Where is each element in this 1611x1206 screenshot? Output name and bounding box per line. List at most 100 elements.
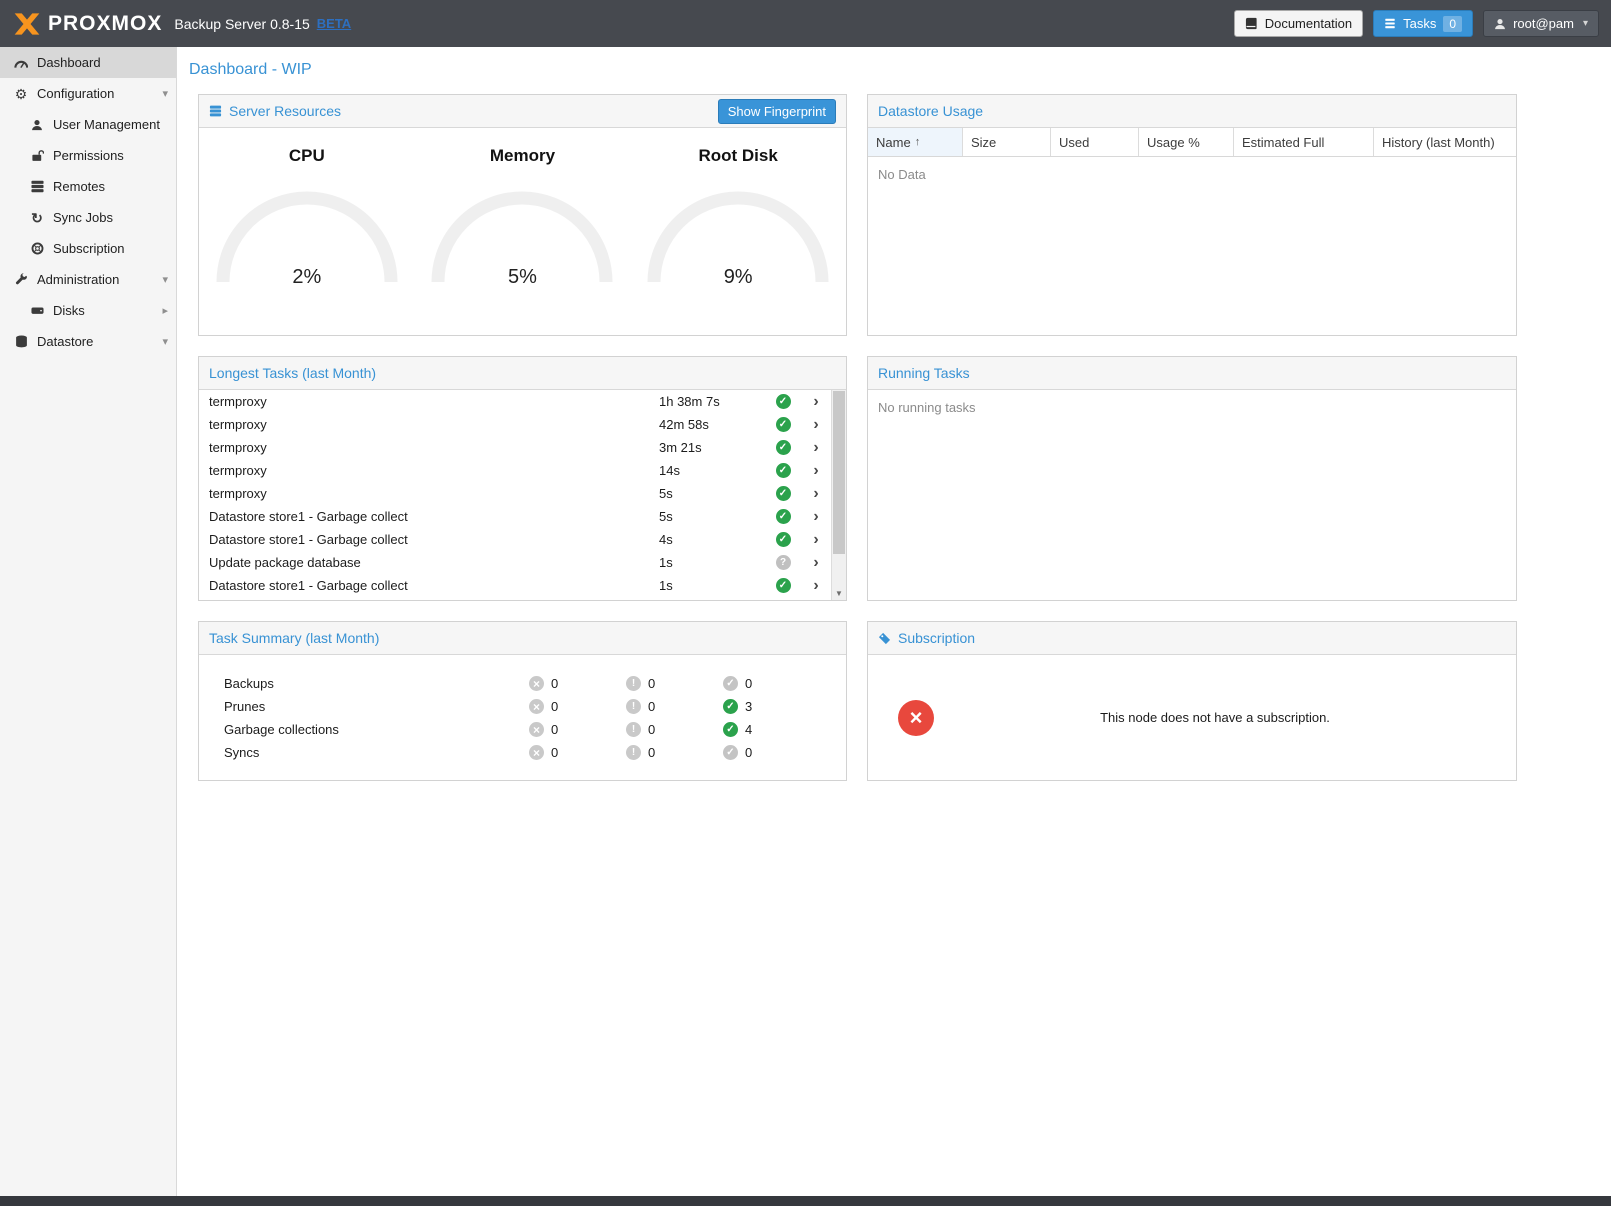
summary-label: Garbage collections	[199, 722, 529, 737]
summary-row-backups: Backups 0 0 0	[199, 672, 846, 695]
cpu-gauge: CPU 2%	[207, 146, 407, 286]
summary-warning-cell[interactable]: 0	[626, 745, 723, 760]
summary-warning-cell[interactable]: 0	[626, 699, 723, 714]
column-header-estimated-full[interactable]: Estimated Full	[1234, 128, 1374, 156]
column-header-used[interactable]: Used	[1051, 128, 1139, 156]
ok-count-icon	[723, 722, 738, 737]
scrollbar-thumb[interactable]	[833, 391, 845, 554]
task-name: termproxy	[209, 440, 659, 455]
task-duration: 1s	[659, 578, 764, 593]
no-running-tasks-text: No running tasks	[868, 390, 1516, 425]
error-count-icon	[529, 699, 544, 714]
panel-title: Running Tasks	[878, 365, 970, 381]
sidebar-item-permissions[interactable]: Permissions	[0, 140, 176, 171]
task-detail-chevron[interactable]: ›	[802, 394, 830, 410]
task-detail-chevron[interactable]: ›	[802, 578, 830, 594]
error-count-icon	[529, 745, 544, 760]
sidebar-item-remotes[interactable]: Remotes	[0, 171, 176, 202]
task-name: Datastore store1 - Garbage collect	[209, 509, 659, 524]
error-count-icon	[529, 676, 544, 691]
task-row[interactable]: termproxy 3m 21s ›	[199, 436, 846, 459]
product-subtitle: Backup Server 0.8-15	[174, 16, 309, 32]
task-name: Datastore store1 - Garbage collect	[209, 578, 659, 593]
tasks-button[interactable]: Tasks 0	[1373, 10, 1473, 37]
task-name: termproxy	[209, 463, 659, 478]
sidebar-item-label: Disks	[53, 303, 85, 318]
task-row[interactable]: Datastore store1 - Garbage collect 5s ›	[199, 505, 846, 528]
task-name: termproxy	[209, 394, 659, 409]
unlock-icon	[28, 149, 46, 162]
task-status-icon	[776, 532, 791, 547]
chevron-right-icon: ▸	[162, 304, 168, 317]
task-duration: 1h 38m 7s	[659, 394, 764, 409]
task-name: termproxy	[209, 486, 659, 501]
task-detail-chevron[interactable]: ›	[802, 486, 830, 502]
warning-count-icon	[626, 699, 641, 714]
server-resources-icon	[209, 105, 222, 117]
error-count: 0	[551, 699, 558, 714]
sidebar-item-administration[interactable]: Administration ▾	[0, 264, 176, 295]
summary-ok-cell[interactable]: 3	[723, 699, 820, 714]
server-resources-panel: Server Resources Show Fingerprint CPU	[198, 94, 847, 336]
task-row[interactable]: termproxy 1h 38m 7s ›	[199, 390, 846, 413]
column-header-size[interactable]: Size	[963, 128, 1051, 156]
column-header-name[interactable]: Name ↑	[868, 128, 963, 156]
documentation-button[interactable]: Documentation	[1234, 10, 1363, 37]
summary-error-cell[interactable]: 0	[529, 676, 626, 691]
sidebar-item-datastore[interactable]: Datastore ▾	[0, 326, 176, 357]
sidebar-item-dashboard[interactable]: Dashboard	[0, 47, 176, 78]
tasks-count-badge: 0	[1443, 16, 1462, 32]
summary-warning-cell[interactable]: 0	[626, 722, 723, 737]
summary-label: Syncs	[199, 745, 529, 760]
proxmox-logo: PROXMOX	[12, 12, 162, 36]
task-row[interactable]: Datastore store1 - Garbage collect 4s ›	[199, 528, 846, 551]
summary-warning-cell[interactable]: 0	[626, 676, 723, 691]
task-detail-chevron[interactable]: ›	[802, 440, 830, 456]
sidebar-item-subscription[interactable]: Subscription	[0, 233, 176, 264]
task-detail-chevron[interactable]: ›	[802, 555, 830, 571]
scroll-down-arrow[interactable]: ▼	[832, 589, 846, 598]
task-detail-chevron[interactable]: ›	[802, 509, 830, 525]
task-row[interactable]: termproxy 5s ›	[199, 482, 846, 505]
task-row[interactable]: termproxy 42m 58s ›	[199, 413, 846, 436]
column-header-history[interactable]: History (last Month)	[1374, 128, 1516, 156]
summary-error-cell[interactable]: 0	[529, 745, 626, 760]
vertical-scrollbar[interactable]: ▼	[831, 390, 846, 600]
summary-ok-cell[interactable]: 0	[723, 676, 820, 691]
task-duration: 1s	[659, 555, 764, 570]
ok-count: 3	[745, 699, 752, 714]
summary-label: Backups	[199, 676, 529, 691]
task-row[interactable]: termproxy 14s ›	[199, 459, 846, 482]
task-row[interactable]: Datastore store1 - Garbage collect 1s ›	[199, 574, 846, 597]
show-fingerprint-button[interactable]: Show Fingerprint	[718, 99, 836, 124]
task-row[interactable]: Update package database 1s ›	[199, 551, 846, 574]
task-detail-chevron[interactable]: ›	[802, 532, 830, 548]
task-detail-chevron[interactable]: ›	[802, 463, 830, 479]
summary-ok-cell[interactable]: 0	[723, 745, 820, 760]
sidebar-item-label: Administration	[37, 272, 119, 287]
ok-count-icon	[723, 745, 738, 760]
proxmox-x-icon	[12, 12, 42, 36]
user-menu-button[interactable]: root@pam ▾	[1483, 10, 1599, 37]
summary-ok-cell[interactable]: 4	[723, 722, 820, 737]
sync-icon: ↻	[28, 211, 46, 225]
panel-title: Subscription	[898, 630, 975, 646]
page-title: Dashboard - WIP	[177, 47, 1611, 89]
panel-title: Datastore Usage	[878, 103, 983, 119]
life-ring-icon	[28, 242, 46, 255]
sidebar-item-sync-jobs[interactable]: ↻ Sync Jobs	[0, 202, 176, 233]
task-detail-chevron[interactable]: ›	[802, 417, 830, 433]
sidebar-item-configuration[interactable]: ⚙ Configuration ▾	[0, 78, 176, 109]
sidebar-item-user-management[interactable]: User Management	[0, 109, 176, 140]
sidebar-item-disks[interactable]: Disks ▸	[0, 295, 176, 326]
column-header-usage-pct[interactable]: Usage %	[1139, 128, 1234, 156]
running-tasks-panel: Running Tasks No running tasks	[867, 356, 1517, 601]
summary-error-cell[interactable]: 0	[529, 699, 626, 714]
beta-link[interactable]: BETA	[317, 16, 351, 31]
sidebar-item-label: Dashboard	[37, 55, 101, 70]
task-name: termproxy	[209, 417, 659, 432]
user-icon	[1494, 18, 1506, 30]
task-status-icon	[776, 440, 791, 455]
task-duration: 4s	[659, 532, 764, 547]
summary-error-cell[interactable]: 0	[529, 722, 626, 737]
